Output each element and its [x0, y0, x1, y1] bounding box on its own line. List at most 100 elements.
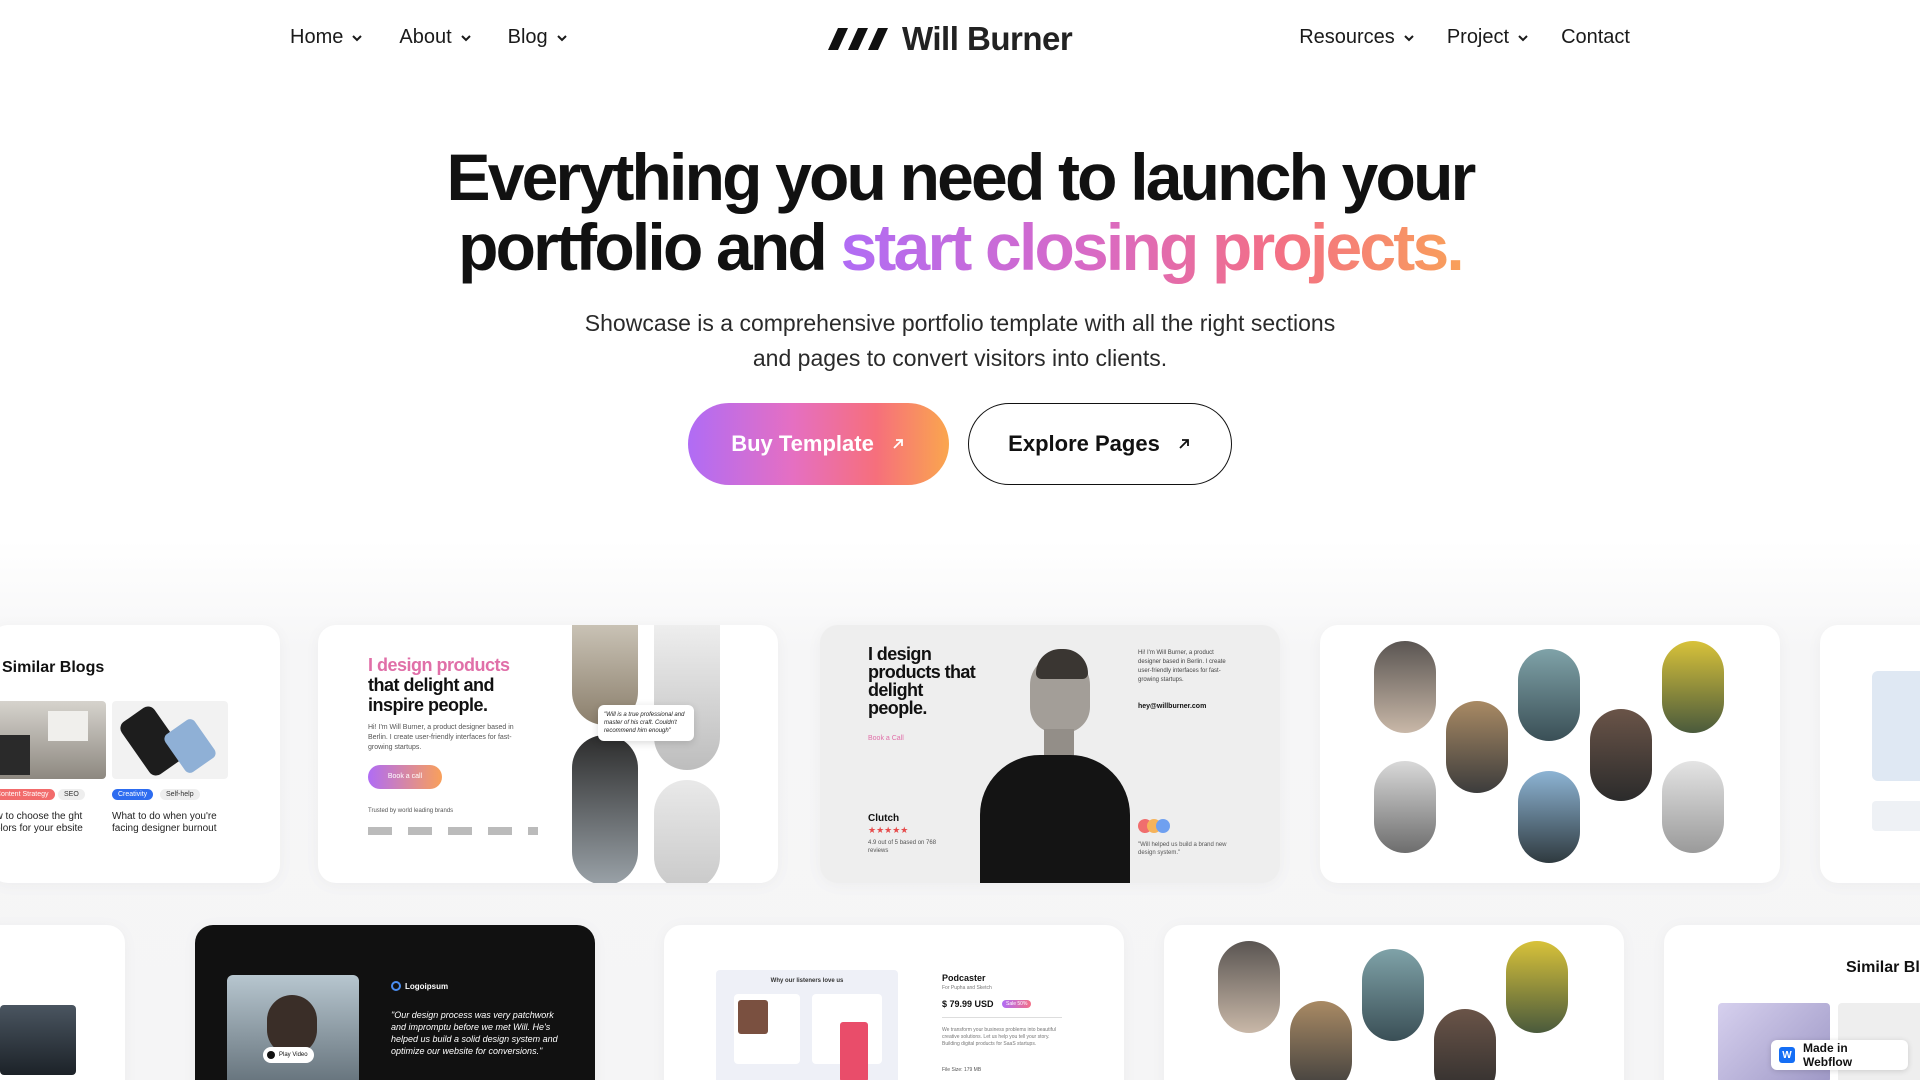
nav-item-about[interactable]: About — [399, 26, 471, 49]
hero-title-gradient: start closing projects. — [840, 210, 1464, 284]
photo-oval — [1518, 649, 1580, 741]
card-headline: that delight and inspire people. — [368, 675, 495, 715]
chevron-down-icon — [460, 34, 471, 41]
card-headline-gradient: I design products — [368, 655, 510, 675]
product-desc: We transform your business problems into… — [942, 1027, 1056, 1047]
nav-item-blog[interactable]: Blog — [508, 26, 568, 49]
tag-badge: SEO — [58, 789, 85, 800]
nav-right-group: Resources Project Contact — [1299, 26, 1630, 49]
photo-oval — [654, 625, 720, 770]
photo-oval — [1374, 761, 1436, 853]
chevron-down-icon — [556, 34, 567, 41]
video-thumbnail — [227, 975, 359, 1080]
portrait-figure — [980, 645, 1130, 883]
tag-badge: Creativity — [112, 789, 154, 800]
logo-row — [368, 827, 538, 835]
tag-badge: Content Strategy — [0, 789, 55, 800]
listeners-heading: Why our listeners love us — [770, 978, 844, 984]
card-image — [1872, 801, 1920, 831]
card-title: Similar Blo — [1846, 959, 1920, 976]
made-in-webflow-badge[interactable]: W Made in Webflow — [1771, 1040, 1908, 1070]
product-price: $ 79.99 USD — [942, 999, 994, 1009]
post-title: What to do when you're facing designer b… — [112, 811, 217, 834]
card-intro: Hi! I'm Will Burner, a product designer … — [1138, 650, 1226, 683]
logo-mark: Logoipsum — [391, 981, 448, 991]
nav-item-label: About — [399, 26, 452, 48]
nav-item-label: Resources — [1299, 26, 1395, 48]
card-image — [0, 701, 106, 779]
card-headline: I design products that delight people. — [868, 644, 976, 718]
photo-oval — [1362, 949, 1424, 1041]
preview-card-home[interactable]: I design products that delight and inspi… — [318, 625, 778, 883]
explore-pages-button[interactable]: Explore Pages — [968, 403, 1232, 485]
logoipsum-icon — [391, 981, 401, 991]
play-video-pill[interactable]: Play Video — [263, 1047, 314, 1063]
photo-oval — [1662, 761, 1724, 853]
card-image — [112, 701, 228, 779]
product-subtitle: For Pupha and Sketch — [942, 985, 992, 991]
photo-oval — [1590, 709, 1652, 801]
file-size: File Size: 179 MB — [942, 1067, 982, 1073]
preview-card-gallery[interactable] — [1320, 625, 1780, 883]
card-title: Similar Blogs — [2, 659, 105, 676]
logo-label: Logoipsum — [405, 981, 449, 991]
post-title: ow to choose the ght colors for your ebs… — [0, 811, 83, 834]
card-body: Hi! I'm Will Burner, a product designer … — [368, 724, 514, 751]
rating-text: 4.9 out of 5 based on 768 reviews — [868, 840, 937, 854]
hero-subtitle-line1: Showcase is a comprehensive portfolio te… — [584, 310, 1336, 336]
card-trusted: Trusted by world leading brands — [368, 808, 454, 814]
webflow-logo-icon: W — [1779, 1047, 1795, 1063]
buy-template-button[interactable]: Buy Template — [688, 403, 949, 485]
card-cta: Book a call — [368, 765, 442, 789]
preview-card-gallery-2[interactable] — [1164, 925, 1624, 1080]
photo-oval — [1446, 701, 1508, 793]
badge-label: Made in Webflow — [1802, 1041, 1853, 1069]
nav-item-label: Project — [1446, 26, 1510, 48]
arrow-up-right-icon — [1179, 439, 1189, 449]
brand-logo[interactable]: Will Burner — [828, 20, 1073, 58]
quote-card: "Will is a true professional and master … — [598, 705, 694, 741]
top-navigation: Home About Blog Will Burner Resources Pr… — [0, 0, 1920, 84]
card-cta: Book a Call — [868, 735, 904, 742]
product-title: Podcaster — [942, 973, 986, 983]
sale-badge: Sale 50% — [1002, 1000, 1032, 1008]
nav-item-contact[interactable]: Contact — [1561, 26, 1630, 49]
card-testimonial: "Will helped us build a brand new design… — [1138, 842, 1227, 856]
card-image — [1872, 671, 1920, 781]
listeners-panel: Why our listeners love us — [716, 970, 898, 1080]
rating-stars: ★★★★★ — [868, 825, 909, 835]
hero-title: Everything you need to launch your portf… — [0, 142, 1920, 282]
preview-card-product[interactable]: Why our listeners love us Podcaster For … — [664, 925, 1124, 1080]
photo-oval — [654, 780, 720, 883]
tag-badge: Self-help — [160, 789, 200, 800]
photo-oval — [1290, 1001, 1352, 1080]
buy-template-label: Buy Template — [731, 431, 874, 456]
preview-card-about[interactable]: I design products that delight people. B… — [820, 625, 1280, 883]
nav-left-group: Home About Blog — [290, 26, 568, 49]
brand-name: Will Burner — [902, 20, 1073, 57]
photo-oval — [1662, 641, 1724, 733]
testimonial-quote: "Our design process was very patchwork a… — [391, 1010, 558, 1056]
explore-pages-label: Explore Pages — [1008, 431, 1160, 456]
arrow-up-right-icon — [893, 439, 903, 449]
preview-card-partial-right[interactable] — [1820, 625, 1920, 883]
nav-item-label: Home — [290, 26, 344, 48]
chevron-down-icon — [1518, 34, 1528, 41]
photo-oval — [1506, 941, 1568, 1033]
play-video-label: Play Video — [279, 1052, 308, 1058]
preview-card-testimonial[interactable]: Play Video Logoipsum "Our design process… — [195, 925, 595, 1080]
clutch-label: Clutch — [868, 813, 900, 824]
play-icon — [267, 1051, 275, 1059]
slashes-logo-icon — [828, 28, 888, 50]
preview-card-partial-left[interactable] — [0, 925, 125, 1080]
photo-oval — [1374, 641, 1436, 733]
card-image — [0, 1005, 76, 1075]
photo-oval — [1434, 1009, 1496, 1080]
preview-card-similar-blogs[interactable]: Similar Blogs Content Strategy SEO Creat… — [0, 625, 280, 883]
nav-item-project[interactable]: Project — [1447, 26, 1529, 49]
nav-item-resources[interactable]: Resources — [1299, 26, 1415, 49]
photo-oval — [1218, 941, 1280, 1033]
nav-item-home[interactable]: Home — [290, 26, 363, 49]
photo-oval — [572, 735, 638, 883]
divider — [942, 1017, 1062, 1018]
